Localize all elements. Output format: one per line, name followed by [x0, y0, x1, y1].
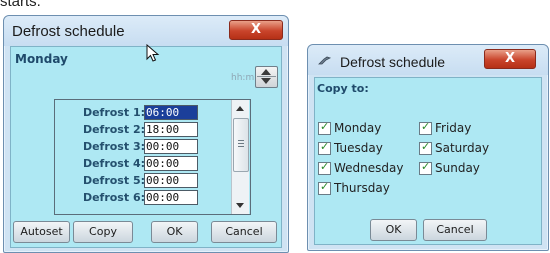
defrost-label: Defrost 5: [82, 174, 145, 187]
scroll-up-icon[interactable] [236, 106, 244, 111]
checkbox-box[interactable] [419, 120, 432, 135]
ok-button[interactable]: OK [151, 221, 198, 243]
defrost-time-input[interactable] [144, 122, 198, 137]
copy-to-heading: Copy to: [317, 82, 369, 95]
list-item: Defrost 2: [55, 121, 198, 138]
checkbox-box[interactable] [419, 140, 432, 155]
time-spinner[interactable] [255, 66, 278, 88]
day-heading: Monday [15, 52, 68, 66]
dialog-body: Monday hh:mm Defrost 1: Defrost 2: Defro… [10, 46, 282, 248]
vertical-scrollbar[interactable] [231, 100, 249, 214]
copy-button[interactable]: Copy [73, 221, 133, 243]
checkbox-box[interactable] [318, 120, 331, 135]
checkbox-box[interactable] [419, 160, 432, 175]
spinner-down-icon[interactable] [261, 78, 271, 84]
defrost-time-input[interactable] [144, 190, 198, 205]
checkbox-box[interactable] [318, 180, 331, 195]
defrost-time-input[interactable] [144, 173, 198, 188]
grip-line [238, 143, 244, 144]
defrost-label: Defrost 6: [82, 191, 145, 204]
defrost-time-input[interactable] [144, 156, 198, 171]
checkbox-label: Monday [334, 121, 382, 135]
defrost-time-input[interactable] [144, 139, 198, 154]
defrost-label: Defrost 3: [82, 140, 145, 153]
defrost-times-list: Defrost 1: Defrost 2: Defrost 3: Defrost… [54, 99, 251, 215]
app-icon [318, 56, 332, 65]
grip-line [238, 140, 244, 141]
defrost-time-input[interactable] [144, 105, 198, 120]
autoset-button[interactable]: Autoset [13, 221, 70, 243]
defrost-label: Defrost 2: [82, 123, 145, 136]
list-item: Defrost 6: [55, 189, 198, 206]
spinner-up-icon[interactable] [261, 69, 271, 75]
cancel-button[interactable]: Cancel [423, 219, 487, 241]
checkbox-label: Wednesday [334, 161, 404, 175]
close-button[interactable]: X [229, 20, 283, 40]
scroll-thumb[interactable] [233, 118, 249, 172]
defrost-label: Defrost 4: [82, 157, 145, 170]
cancel-button[interactable]: Cancel [211, 221, 277, 243]
list-item: Defrost 3: [55, 138, 198, 155]
checkbox-box[interactable] [318, 160, 331, 175]
checkbox-box[interactable] [318, 140, 331, 155]
window-title: Defrost schedule [12, 23, 125, 40]
checkbox-label: Sunday [435, 161, 480, 175]
copy-to-window: Defrost schedule X Copy to: Monday Frida… [307, 44, 549, 251]
ok-button[interactable]: OK [370, 219, 417, 241]
checkbox-label: Friday [435, 121, 472, 135]
dialog-body: Copy to: Monday Friday Tuesday Saturday … [314, 77, 542, 245]
spinner-divider [257, 76, 276, 77]
grip-line [238, 146, 244, 147]
mouse-cursor-icon [146, 44, 160, 62]
close-button[interactable]: X [484, 49, 536, 69]
caption-text: starts. [0, 0, 41, 10]
checkbox-label: Tuesday [334, 141, 383, 155]
list-item: Defrost 4: [55, 155, 198, 172]
list-item: Defrost 5: [55, 172, 198, 189]
checkbox-label: Saturday [435, 141, 490, 155]
scroll-down-icon[interactable] [236, 203, 244, 208]
defrost-label: Defrost 1: [82, 106, 145, 119]
list-item: Defrost 1: [55, 104, 198, 121]
window-title: Defrost schedule [340, 54, 446, 70]
checkbox-label: Thursday [334, 181, 390, 195]
